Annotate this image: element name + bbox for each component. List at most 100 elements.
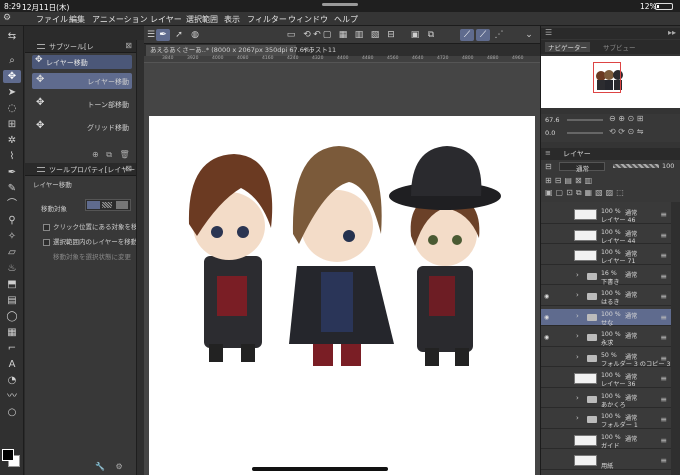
main-color-swatch[interactable] [2, 449, 14, 461]
app-menu-icon[interactable]: ⚙ [3, 13, 11, 23]
tab-document-main[interactable]: あえるあくさーあ..* (8000 x 2067px 350dpi 67.6%) [146, 45, 313, 56]
save-icon[interactable]: ▭ [284, 29, 298, 41]
menu-layer[interactable]: レイヤー [150, 14, 182, 25]
blend-tool-icon[interactable]: ♨ [3, 262, 21, 275]
layer-property-icon[interactable]: ⊟ [545, 162, 552, 171]
layer-menu-icon[interactable]: ≡ [660, 456, 667, 465]
layer-action-icons[interactable]: ▣▢⊡⧉▦▧▨⬚ [545, 188, 627, 198]
tab-document-illust11[interactable]: イラスト11 [298, 45, 358, 56]
visibility-eye-icon[interactable] [544, 416, 552, 422]
copy-icon[interactable]: ⧉ [424, 29, 438, 41]
eraser-tool-icon[interactable]: ▱ [3, 246, 21, 259]
navigator-preview[interactable] [541, 56, 680, 108]
menu-filter[interactable]: フィルター [247, 14, 287, 25]
ruler-tool-icon[interactable]: ⌐ [3, 342, 21, 355]
pen-tool-icon[interactable]: ✒ [3, 166, 21, 179]
snap-grid-icon[interactable]: ⋰ [492, 29, 506, 41]
layer-menu-icon[interactable]: ≡ [660, 272, 667, 281]
opacity-value[interactable]: 100 [662, 162, 674, 170]
rotation-value[interactable]: 0.0 [545, 129, 555, 137]
layer-row[interactable]: 100 % 通常 レイヤー 71 ≡ [541, 247, 671, 265]
layer-menu-icon[interactable]: ≡ [660, 292, 667, 301]
airbrush-tool-icon[interactable]: ⚲ [3, 214, 21, 227]
folder-expand-icon[interactable]: › [576, 353, 579, 361]
eyedropper-icon[interactable]: ⌇ [3, 150, 21, 163]
layer-menu-icon[interactable]: ≡ [660, 313, 667, 322]
duplicate-icon[interactable]: ⧉ [106, 150, 112, 159]
layer-row[interactable]: 用紙 ≡ [541, 452, 671, 470]
undo-icon[interactable]: ↶ [310, 29, 324, 41]
layer-icon[interactable]: ▧ [368, 29, 382, 41]
grip-icon[interactable] [37, 167, 45, 172]
layer-row[interactable]: 100 % 通常 レイヤー 36 ≡ [541, 370, 671, 388]
menu-selection[interactable]: 選択範囲 [186, 14, 218, 25]
layer-menu-icon[interactable]: ≡ [660, 415, 667, 424]
sync-icon[interactable]: ⇆ [3, 30, 21, 43]
collapse-icon[interactable]: ▸▸ [668, 28, 676, 37]
layer-row[interactable]: ◉ › 100 % 通常 はるき ≡ [541, 288, 671, 306]
subtool-item-layer-move[interactable]: ✥ レイヤー移動 [32, 73, 132, 89]
selection-pen-icon[interactable]: ⊞ [3, 118, 21, 131]
ruler-snap-icon[interactable]: ⊟ [384, 29, 398, 41]
move-tool-icon[interactable]: ✥ [3, 70, 21, 83]
option-click-position[interactable]: クリック位置にある対象を移動 [43, 221, 144, 231]
layer-menu-icon[interactable]: ≡ [660, 231, 667, 240]
visibility-eye-icon[interactable] [544, 437, 552, 443]
cut-icon[interactable]: ▣ [408, 29, 422, 41]
layer-row[interactable]: › 16 % 通常 下書き ≡ [541, 268, 671, 286]
layer-menu-icon[interactable]: ≡ [660, 251, 667, 260]
panel-close-icon[interactable]: ⊠ [125, 164, 132, 173]
add-subtool-icon[interactable]: ⊕ [92, 150, 99, 159]
magic-wand-icon[interactable]: ✲ [3, 134, 21, 147]
checkbox[interactable] [43, 238, 50, 246]
option-select-target[interactable]: 移動対象を選択状態に変更 [53, 251, 131, 261]
rotate-buttons-icon[interactable]: ⟲ ⟳ ⊙ ⇋ [609, 127, 643, 136]
visibility-eye-icon[interactable] [544, 375, 552, 381]
grid-icon[interactable]: ▦ [336, 29, 350, 41]
chevron-down-icon[interactable]: ⌄ [522, 29, 536, 41]
export-icon[interactable]: ▥ [352, 29, 366, 41]
subtool-item-tone-move[interactable]: ✥ トーン部移動 [32, 96, 132, 112]
zoom-value[interactable]: 67.6 [545, 116, 559, 124]
visibility-eye-icon[interactable] [544, 457, 552, 463]
layer-menu-icon[interactable]: ≡ [660, 374, 667, 383]
visibility-eye-icon[interactable]: ◉ [544, 314, 552, 321]
blend-mode-select[interactable]: 通常 [559, 162, 605, 173]
layer-toggle-icons[interactable]: ⊞⊟▤⊠▥ [545, 176, 595, 185]
trash-icon[interactable]: 🗑 [120, 150, 130, 159]
layer-row[interactable]: › 50 % 通常 フォルダー 3 のコピー 3 ≡ [541, 350, 671, 368]
frame-tool-icon[interactable]: ▦ [3, 326, 21, 339]
menu-file[interactable]: ファイル [36, 14, 68, 25]
option-selection-move[interactable]: 選択範囲内のレイヤーを移動 [43, 236, 137, 246]
cursor-icon[interactable]: ➚ [172, 29, 186, 41]
panel-close-icon[interactable]: ⊠ [125, 41, 132, 50]
comment-tool-icon[interactable]: ○ [3, 406, 21, 419]
tab-navigator[interactable]: ナビゲーター [545, 42, 590, 52]
visibility-eye-icon[interactable] [544, 273, 552, 279]
zoom-buttons-icon[interactable]: ⊖ ⊕ ⊙ ⊞ [609, 114, 643, 123]
lasso-tool-icon[interactable]: ◌ [3, 102, 21, 115]
correction-tool-icon[interactable]: 〰 [3, 390, 21, 403]
layer-row[interactable]: › 100 % 通常 あかくろ ≡ [541, 391, 671, 409]
menu-view[interactable]: 表示 [224, 14, 240, 25]
brush-tool-icon[interactable]: ⌒ [3, 198, 21, 211]
layer-menu-icon[interactable]: ≡ [660, 354, 667, 363]
layer-row[interactable]: › 100 % 通常 フォルダー 1 ≡ [541, 411, 671, 429]
zoom-tool-icon[interactable]: ⌕ [3, 54, 21, 67]
tab-subview[interactable]: サブビュー [603, 42, 636, 52]
grip-icon[interactable] [37, 44, 45, 49]
left-panel-scrollbar[interactable] [136, 40, 144, 475]
layer-row[interactable]: ◉ › 100 % 通常 永求 ≡ [541, 329, 671, 347]
panel-menu-icon[interactable]: ☰ [545, 28, 552, 37]
subtool-item-grid-move[interactable]: ✥ グリッド移動 [32, 119, 132, 135]
operation-tool-icon[interactable]: ➤ [3, 86, 21, 99]
target-option-1[interactable] [87, 201, 100, 209]
rotation-slider[interactable] [567, 132, 603, 134]
menu-animation[interactable]: アニメーション [92, 14, 148, 25]
opacity-slider[interactable] [613, 164, 659, 168]
folder-expand-icon[interactable]: › [576, 291, 579, 299]
canvas-paper[interactable] [149, 116, 535, 475]
brush-preview-icon[interactable]: ◍ [188, 29, 202, 41]
layer-menu-icon[interactable]: ≡ [660, 333, 667, 342]
layer-row[interactable]: 100 % 通常 レイヤー 46 ≡ [541, 206, 671, 224]
